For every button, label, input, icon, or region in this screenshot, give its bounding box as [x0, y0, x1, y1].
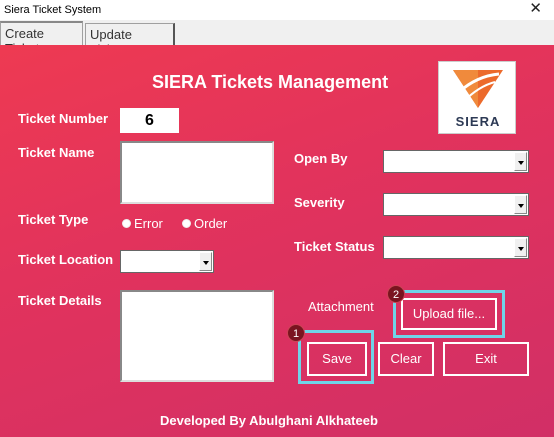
- radio-error-button[interactable]: [122, 219, 131, 228]
- siera-logo-icon: [453, 70, 503, 108]
- label-ticket-number: Ticket Number: [18, 111, 109, 126]
- label-ticket-details: Ticket Details: [18, 293, 102, 308]
- siera-logo: SIERA: [438, 61, 516, 134]
- radio-error[interactable]: Error: [122, 216, 163, 231]
- tab-strip: Create Ticket Update Ticket: [0, 20, 554, 57]
- radio-order-label: Order: [194, 216, 228, 231]
- open-by-select[interactable]: [383, 150, 529, 173]
- chevron-down-icon[interactable]: [514, 238, 527, 257]
- clear-button[interactable]: Clear: [378, 342, 434, 376]
- upload-file-button[interactable]: Upload file...: [401, 298, 497, 330]
- radio-order[interactable]: Order: [182, 216, 227, 231]
- label-open-by: Open By: [294, 151, 348, 166]
- close-icon[interactable]: ✕: [529, 1, 542, 17]
- chevron-down-icon[interactable]: [514, 195, 527, 214]
- radio-order-button[interactable]: [182, 219, 191, 228]
- label-severity: Severity: [294, 195, 345, 210]
- label-attachment: Attachment: [308, 299, 374, 314]
- tab-create-ticket[interactable]: Create Ticket: [0, 21, 83, 56]
- form-heading: SIERA Tickets Management: [152, 72, 389, 92]
- ticket-location-select[interactable]: [120, 250, 214, 273]
- label-ticket-name: Ticket Name: [18, 145, 95, 160]
- save-button[interactable]: Save: [307, 342, 367, 376]
- label-ticket-location: Ticket Location: [18, 252, 114, 267]
- label-ticket-status: Ticket Status: [294, 239, 375, 254]
- logo-text: SIERA: [455, 114, 501, 129]
- tab-update-ticket[interactable]: Update Ticket: [85, 23, 175, 57]
- window-title: Siera Ticket System: [4, 4, 102, 16]
- ticket-number-field: 6: [120, 108, 179, 133]
- chevron-down-icon[interactable]: [199, 252, 212, 271]
- chevron-down-icon[interactable]: [514, 152, 527, 171]
- step-badge-2: 2: [387, 285, 405, 303]
- footer-credit: Developed By Abulghani Alkhateeb: [160, 413, 378, 428]
- severity-select[interactable]: [383, 193, 529, 216]
- ticket-details-input[interactable]: [120, 290, 274, 382]
- ticket-name-input[interactable]: [120, 141, 274, 204]
- step-badge-1: 1: [287, 324, 305, 342]
- radio-error-label: Error: [134, 216, 163, 231]
- title-bar: Siera Ticket System ✕: [0, 0, 554, 20]
- ticket-status-select[interactable]: [383, 236, 529, 259]
- exit-button[interactable]: Exit: [443, 342, 529, 376]
- create-ticket-panel: SIERA Tickets Management SIERA Ticket Nu…: [0, 45, 554, 437]
- label-ticket-type: Ticket Type: [18, 212, 89, 227]
